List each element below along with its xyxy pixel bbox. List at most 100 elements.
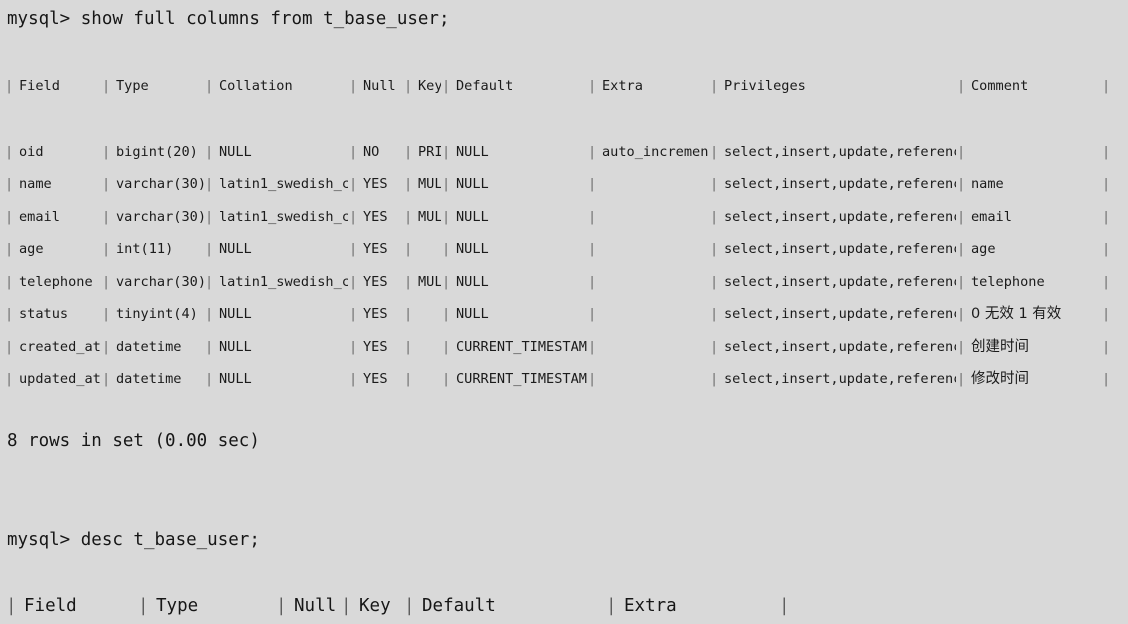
table1-header-privileges: Privileges — [724, 78, 806, 94]
cell-null: NO — [363, 143, 380, 160]
cell-null: YES — [363, 176, 388, 192]
table1-header-extra: Extra — [602, 78, 643, 94]
table-cell-divider: | — [404, 143, 413, 160]
table-cell-divider: | — [102, 371, 111, 387]
cell-null: YES — [363, 371, 388, 387]
table2-header-default: Default — [422, 596, 496, 616]
table-cell-divider: | — [588, 143, 597, 160]
cell-extra — [602, 233, 709, 266]
table-cell-divider: | — [205, 338, 214, 355]
cell-comment: age — [971, 241, 996, 257]
terminal-window: mysql> show full columns from t_base_use… — [0, 0, 1128, 624]
table1-header-row: | | | | | | | | | | Field Type Collation Null Key Defau… — [0, 70, 1128, 103]
table-cell-divider: | — [404, 338, 413, 355]
cell-null: YES — [363, 241, 388, 257]
table-cell-divider: | — [957, 176, 966, 192]
table-cell-divider: | — [442, 143, 451, 160]
table-cell-divider: | — [710, 78, 719, 94]
table-cell-divider: | — [442, 338, 451, 355]
table-cell-divider: | — [957, 78, 966, 94]
table-cell-divider: | — [1102, 176, 1111, 192]
table2-header-key: Key — [359, 596, 391, 616]
result-row-count-line: 8 rows in set (0.00 sec) — [7, 431, 260, 451]
cell-collation: NULL — [219, 143, 252, 160]
cell-extra: auto_increment — [602, 143, 709, 160]
cell-collation: NULL — [219, 338, 252, 355]
table-cell-divider: | — [442, 208, 451, 225]
cell-extra — [602, 331, 709, 364]
table-cell-divider: | — [442, 176, 451, 192]
cell-field: created_at — [19, 338, 101, 355]
table-cell-divider: | — [588, 176, 597, 192]
table-cell-divider: | — [5, 241, 14, 257]
table-cell-divider: | — [1102, 241, 1111, 257]
cell-key — [418, 363, 441, 396]
cell-collation: latin1_swedish_ci — [219, 273, 348, 290]
prompt-line-desc: mysql> desc t_base_user; — [7, 530, 260, 550]
table-cell-divider: | — [710, 208, 719, 225]
cell-collation: NULL — [219, 371, 252, 387]
cell-collation: latin1_swedish_ci — [219, 176, 348, 192]
table-cell-divider: | — [588, 306, 597, 322]
table1-header-key: Key — [418, 78, 441, 94]
table-cell-divider: | — [710, 273, 719, 290]
cell-field: telephone — [19, 273, 93, 290]
table-cell-divider: | — [102, 176, 111, 192]
table-cell-divider: | — [102, 78, 111, 94]
table-cell-divider: | — [1102, 273, 1111, 290]
table-cell-divider: | — [442, 78, 451, 94]
table-row: | | | | | | | | | | oid bigint(20) NULL NO PRI NULL auto… — [0, 136, 1128, 169]
table-cell-divider: | — [102, 143, 111, 160]
table2-header-type: Type — [156, 596, 199, 616]
table-cell-divider: | — [710, 176, 719, 192]
table1-header-default: Default — [456, 78, 514, 94]
table-cell-divider: | — [349, 273, 358, 290]
table-cell-divider: | — [205, 241, 214, 257]
table-cell-divider: | — [349, 143, 358, 160]
table-cell-divider: | — [5, 273, 14, 290]
table-cell-divider: | — [1102, 208, 1111, 225]
table-cell-divider: | — [1102, 371, 1111, 387]
cell-key: PRI — [418, 143, 441, 160]
cell-field: age — [19, 241, 44, 257]
table-cell-divider: | — [1102, 306, 1111, 322]
table-cell-divider: | — [1102, 78, 1111, 94]
table-cell-divider: | — [349, 176, 358, 192]
table-cell-divider: | — [349, 306, 358, 322]
cell-type: bigint(20) — [116, 143, 198, 160]
cell-type: varchar(30) — [116, 176, 204, 192]
table-cell-divider: | — [349, 78, 358, 94]
table-cell-divider: | — [205, 176, 214, 192]
table1-header-null: Null — [363, 78, 396, 94]
cell-collation: NULL — [219, 306, 252, 322]
cell-field: name — [19, 176, 52, 192]
table-cell-divider: | — [205, 78, 214, 94]
table-cell-divider: | — [588, 338, 597, 355]
table-cell-divider: | — [957, 306, 966, 322]
cell-type: varchar(30) — [116, 208, 204, 225]
table-cell-divider: | — [588, 371, 597, 387]
cell-privileges: select,insert,update,references — [724, 306, 956, 322]
table-cell-divider: | — [6, 596, 17, 616]
table2-header-null: Null — [294, 596, 337, 616]
table-cell-divider: | — [588, 78, 597, 94]
cell-collation: NULL — [219, 241, 252, 257]
table-cell-divider: | — [710, 371, 719, 387]
cell-default: CURRENT_TIMESTAMP — [456, 338, 587, 355]
cell-extra — [602, 298, 709, 331]
table-cell-divider: | — [5, 143, 14, 160]
table-cell-divider: | — [1102, 338, 1111, 355]
table-cell-divider: | — [442, 273, 451, 290]
cell-extra — [602, 266, 709, 299]
table-cell-divider: | — [710, 143, 719, 160]
table-cell-divider: | — [404, 371, 413, 387]
table-cell-divider: | — [957, 241, 966, 257]
table1-bottom-rule: +-----------------+-----------------+---… — [0, 395, 1128, 428]
cell-default: NULL — [456, 273, 489, 290]
table-cell-divider: | — [588, 273, 597, 290]
cell-field: oid — [19, 143, 44, 160]
cell-comment: 修改时间 — [971, 371, 1029, 387]
table-cell-divider: | — [404, 78, 413, 94]
cell-null: YES — [363, 208, 388, 225]
table-cell-divider: | — [5, 208, 14, 225]
